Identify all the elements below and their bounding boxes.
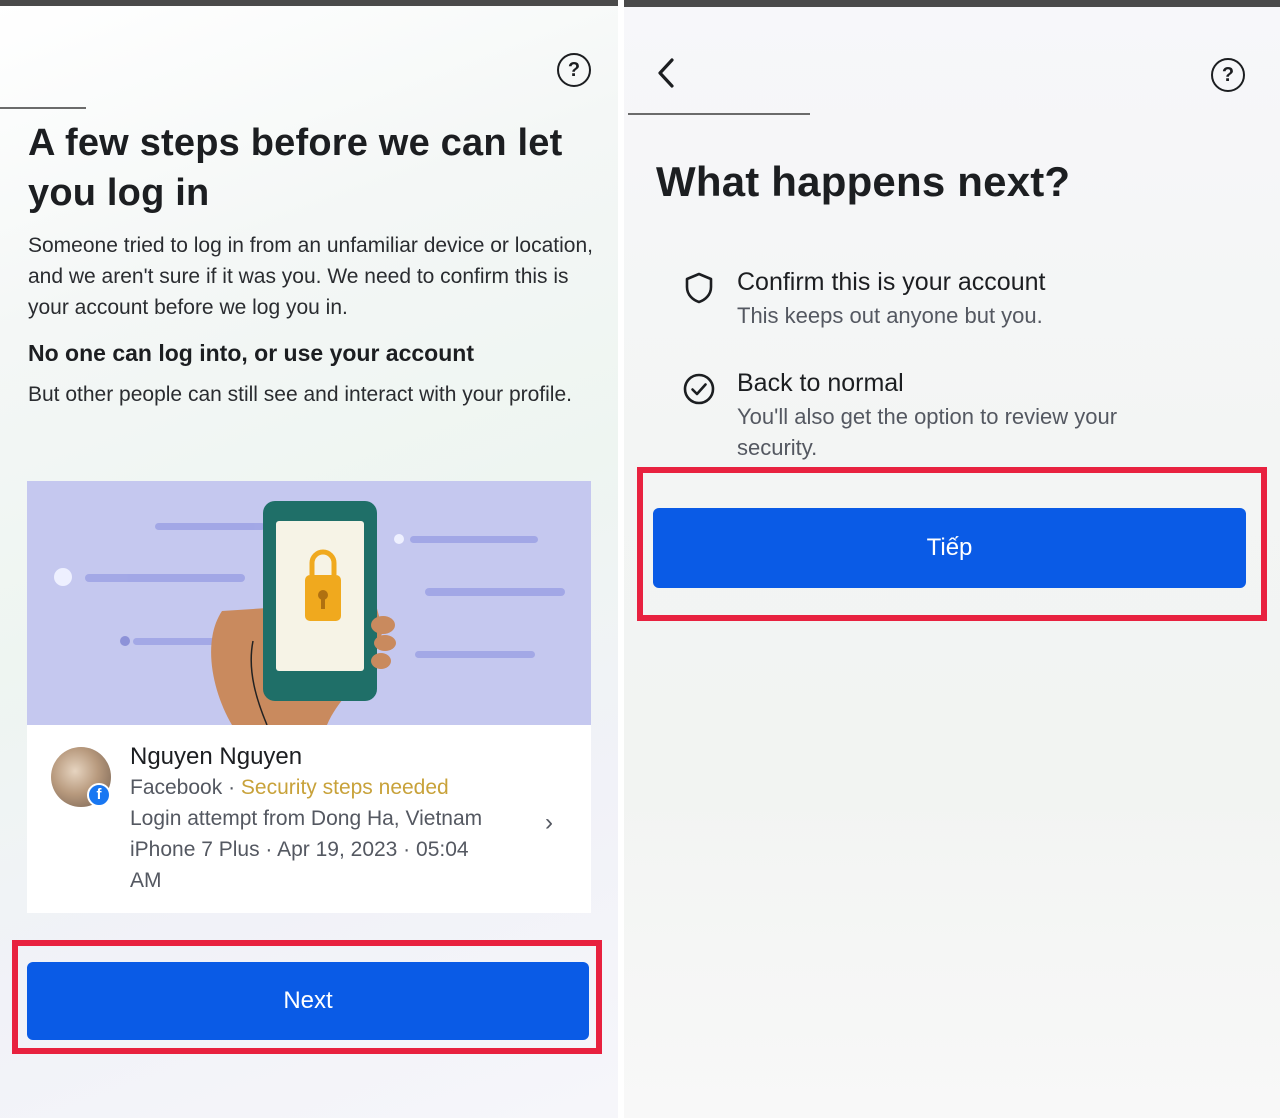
section-text: But other people can still see and inter… bbox=[28, 383, 572, 406]
step-2-title: Back to normal bbox=[737, 369, 904, 397]
continue-button[interactable]: Tiếp bbox=[653, 508, 1246, 588]
right-screen: ? What happens next? Confirm this is you… bbox=[624, 0, 1280, 1118]
account-platform-status: Facebook · Security steps needed bbox=[130, 776, 449, 800]
check-circle-icon bbox=[683, 373, 715, 405]
left-screen: ? A few steps before we can let you log … bbox=[0, 0, 620, 1118]
separator: · bbox=[228, 776, 236, 799]
step-2-desc: You'll also get the option to review you… bbox=[737, 404, 1118, 460]
login-device-time: iPhone 7 Plus · Apr 19, 2023 · 05:04 bbox=[130, 838, 469, 861]
next-button[interactable]: Next bbox=[27, 962, 589, 1040]
question-circle-icon: ? bbox=[1221, 63, 1235, 86]
account-name: Nguyen Nguyen bbox=[130, 743, 303, 770]
page-title: A few steps before we can let you log in bbox=[28, 126, 563, 214]
status-bar bbox=[0, 0, 620, 6]
step-1-title: Confirm this is your account bbox=[737, 268, 1046, 296]
phone-lock-illustration bbox=[27, 481, 591, 725]
status-badge: Security steps needed bbox=[240, 776, 449, 799]
progress-indicator bbox=[0, 107, 86, 109]
question-circle-icon: ? bbox=[567, 58, 581, 81]
page-title: What happens next? bbox=[656, 158, 1071, 205]
login-location: Login attempt from Dong Ha, Vietnam bbox=[130, 807, 483, 830]
chevron-left-icon[interactable] bbox=[652, 56, 682, 90]
progress-indicator bbox=[628, 113, 810, 115]
intro-text: Someone tried to log in from an unfamili… bbox=[28, 234, 593, 319]
title-container: A few steps before we can let you log in bbox=[0, 126, 620, 246]
login-attempt-card[interactable]: f Nguyen Nguyen Facebook · Security step… bbox=[27, 725, 591, 913]
help-button[interactable]: ? bbox=[557, 53, 591, 87]
step-1-desc: This keeps out anyone but you. bbox=[737, 303, 1043, 328]
status-bar bbox=[624, 0, 1280, 7]
login-time-suffix: AM bbox=[130, 869, 162, 892]
phone-lock-icon bbox=[54, 501, 565, 725]
help-button[interactable]: ? bbox=[1211, 58, 1245, 92]
shield-icon bbox=[685, 272, 713, 304]
section-heading: No one can log into, or use your account bbox=[28, 340, 474, 366]
platform-label: Facebook bbox=[130, 776, 223, 799]
chevron-right-icon: › bbox=[545, 809, 553, 836]
facebook-badge-icon: f bbox=[87, 783, 111, 807]
